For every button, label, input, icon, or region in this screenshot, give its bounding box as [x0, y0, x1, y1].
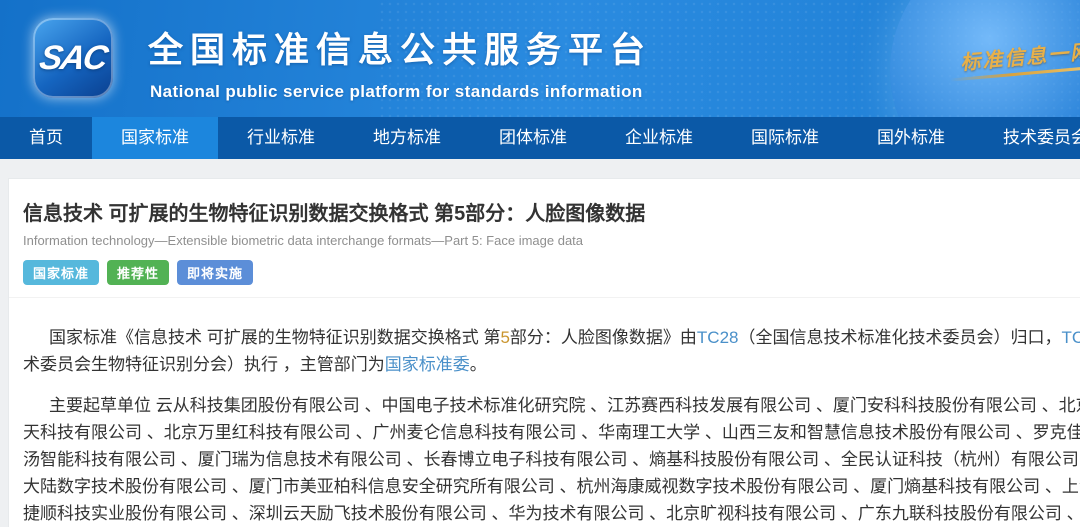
paragraph-line: 天科技有限公司 、北京万里红科技有限公司 、广州麦仑信息科技有限公司 、华南理工…: [23, 419, 1080, 446]
sac-logo[interactable]: SAC: [33, 18, 113, 98]
body-text: （全国信息技术标准化技术委员会）归口，: [739, 328, 1062, 347]
body-text: 捷顺科技实业股份有限公司 、深圳云天励飞技术股份有限公司 、华为技术有限公司 、…: [23, 504, 1080, 523]
highlighted-text: 5: [500, 328, 509, 347]
paragraph-line: 术委员会生物特征识别分会）执行 ，主管部门为国家标准委。: [23, 351, 1080, 378]
text-link[interactable]: 国家标准委: [385, 355, 470, 374]
body-text: 部分：人脸图像数据》由: [510, 328, 697, 347]
text-link[interactable]: TC28SC37: [1062, 328, 1080, 347]
body-text: 主要起草单位 云从科技集团股份有限公司 、中国电子技术标准化研究院 、江苏赛西科…: [49, 396, 1080, 415]
paragraph: 主要起草单位 云从科技集团股份有限公司 、中国电子技术标准化研究院 、江苏赛西科…: [23, 392, 1080, 527]
site-title-block: 全国标准信息公共服务平台 National public service pla…: [148, 22, 652, 102]
paragraph-line: 大陆数字技术股份有限公司 、厦门市美亚柏科信息安全研究所有限公司 、杭州海康威视…: [23, 473, 1080, 500]
nav-item[interactable]: 团体标准: [470, 117, 596, 159]
status-badge: 推荐性: [107, 260, 169, 285]
nav-item[interactable]: 技术委员会: [974, 117, 1080, 159]
site-header: SAC 全国标准信息公共服务平台 National public service…: [0, 0, 1080, 117]
paragraph-line: 主要起草单位 云从科技集团股份有限公司 、中国电子技术标准化研究院 、江苏赛西科…: [23, 392, 1080, 419]
status-badge: 国家标准: [23, 260, 99, 285]
section-divider: [9, 297, 1080, 298]
content-card: 信息技术 可扩展的生物特征识别数据交换格式 第5部分：人脸图像数据 Inform…: [8, 178, 1080, 527]
text-link[interactable]: TC28: [697, 328, 739, 347]
tag-list: 国家标准推荐性即将实施: [23, 260, 1080, 285]
status-badge: 即将实施: [177, 260, 253, 285]
body-text: 汤智能科技有限公司 、厦门瑞为信息技术有限公司 、长春博立电子科技有限公司 、熵…: [23, 450, 1080, 469]
site-title: 全国标准信息公共服务平台: [148, 22, 652, 73]
body-text: 国家标准《信息技术 可扩展的生物特征识别数据交换格式 第: [49, 328, 500, 347]
body-text: 天科技有限公司 、北京万里红科技有限公司 、广州麦仑信息科技有限公司 、华南理工…: [23, 423, 1080, 442]
main-nav-list: 首页国家标准行业标准地方标准团体标准企业标准国际标准国外标准技术委员会: [0, 117, 1080, 159]
nav-item[interactable]: 企业标准: [596, 117, 722, 159]
nav-item[interactable]: 行业标准: [218, 117, 344, 159]
paragraph-line: 汤智能科技有限公司 、厦门瑞为信息技术有限公司 、长春博立电子科技有限公司 、熵…: [23, 446, 1080, 473]
nav-item[interactable]: 国外标准: [848, 117, 974, 159]
nav-item[interactable]: 地方标准: [344, 117, 470, 159]
body-text: 。: [470, 355, 487, 374]
page: { "header": { "logo_text": "SAC", "title…: [0, 0, 1080, 465]
paragraph-line: 捷顺科技实业股份有限公司 、深圳云天励飞技术股份有限公司 、华为技术有限公司 、…: [23, 500, 1080, 527]
standard-title-cn: 信息技术 可扩展的生物特征识别数据交换格式 第5部分：人脸图像数据: [23, 197, 1080, 226]
nav-item[interactable]: 国际标准: [722, 117, 848, 159]
main-nav: 首页国家标准行业标准地方标准团体标准企业标准国际标准国外标准技术委员会: [0, 117, 1080, 159]
paragraph: 国家标准《信息技术 可扩展的生物特征识别数据交换格式 第5部分：人脸图像数据》由…: [23, 324, 1080, 378]
paragraph-line: 国家标准《信息技术 可扩展的生物特征识别数据交换格式 第5部分：人脸图像数据》由…: [23, 324, 1080, 351]
body-text: 大陆数字技术股份有限公司 、厦门市美亚柏科信息安全研究所有限公司 、杭州海康威视…: [23, 477, 1080, 496]
sac-logo-text: SAC: [37, 39, 110, 78]
standard-title-en: Information technology—Extensible biomet…: [23, 233, 1080, 248]
article-body: 国家标准《信息技术 可扩展的生物特征识别数据交换格式 第5部分：人脸图像数据》由…: [23, 324, 1080, 527]
body-text: 术委员会生物特征识别分会）执行 ，主管部门为: [23, 355, 385, 374]
site-subtitle: National public service platform for sta…: [150, 82, 652, 102]
nav-item[interactable]: 国家标准: [92, 117, 218, 159]
nav-item[interactable]: 首页: [0, 117, 92, 159]
